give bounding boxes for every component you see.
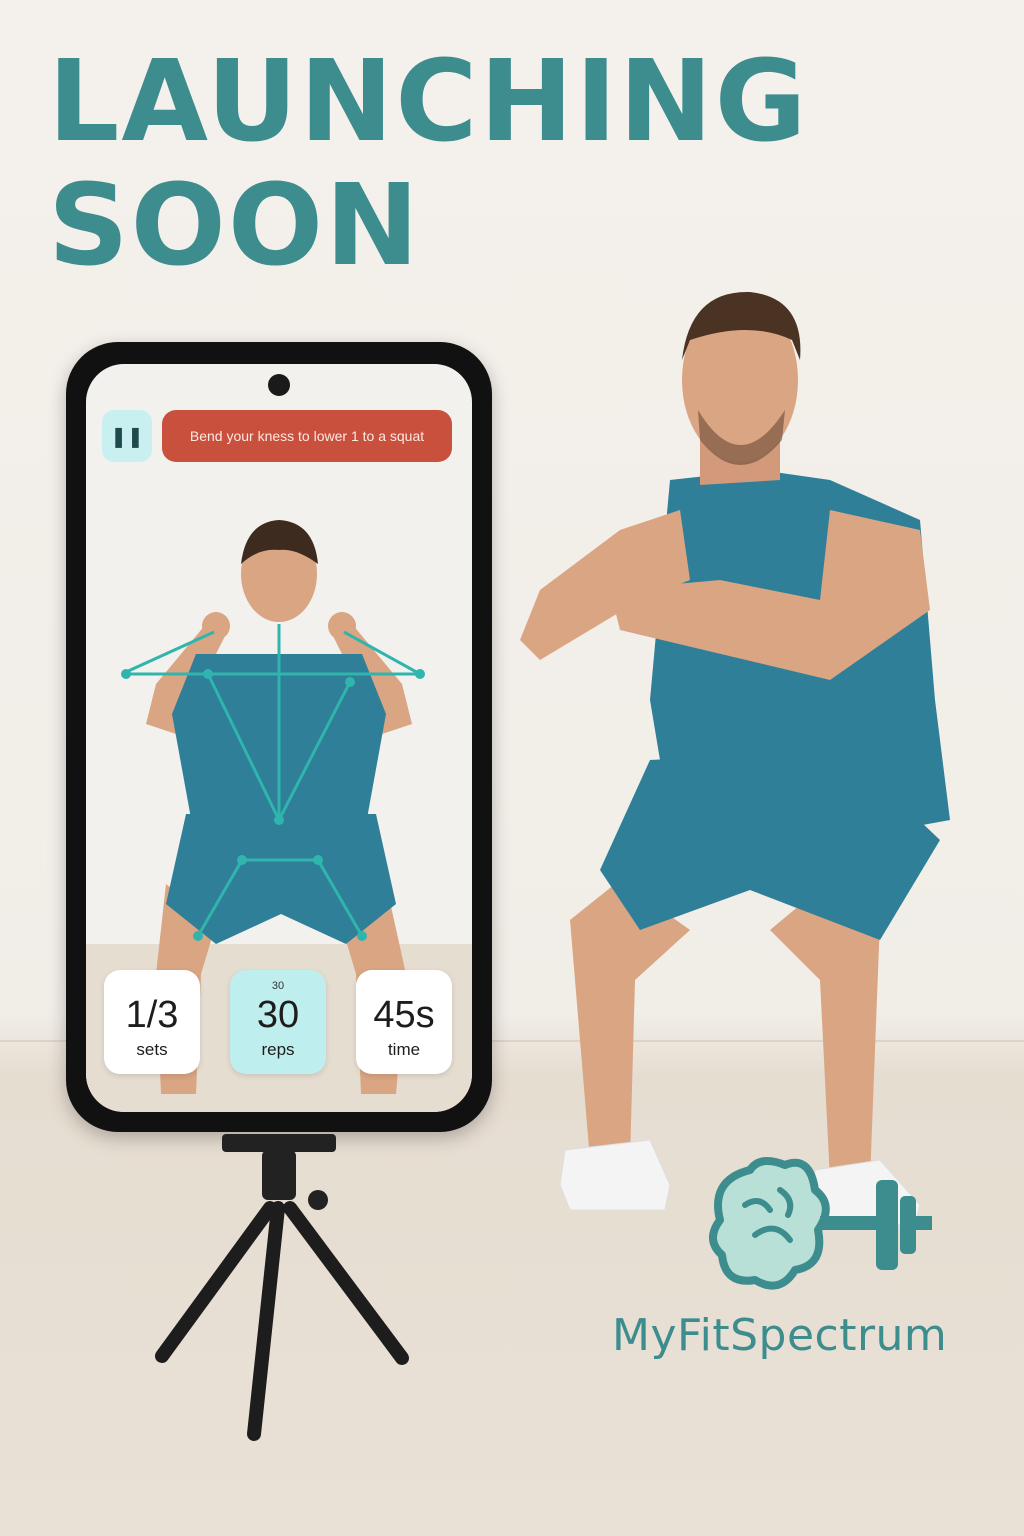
- headline: LAUNCHING SOON: [48, 40, 809, 288]
- stat-card-sets: 1/3 sets: [104, 970, 200, 1074]
- time-value: 45s: [373, 994, 435, 1036]
- reps-target: 30: [271, 980, 285, 992]
- athlete-illustration: [520, 291, 950, 1226]
- time-label: time: [387, 1040, 421, 1059]
- stat-card-time: 45s time: [356, 970, 452, 1074]
- brand-name: MyFitSpectrum: [612, 1310, 948, 1361]
- pause-icon: ❚❚: [110, 425, 144, 448]
- sets-label: sets: [136, 1040, 168, 1059]
- sets-value: 1/3: [125, 994, 179, 1036]
- reps-label: reps: [261, 1040, 295, 1059]
- form-instruction-banner: Bend your kness to lower 1 to a squat: [162, 410, 452, 462]
- reps-value: 30: [256, 994, 300, 1036]
- headline-line-2: SOON: [48, 161, 421, 291]
- brain-dumbbell-icon: [709, 1157, 932, 1290]
- stat-card-reps: 30 30 reps: [230, 970, 326, 1074]
- phone-screen: ❚❚ Bend your kness to lower 1 to a squat: [86, 364, 472, 1112]
- front-camera: [268, 374, 290, 396]
- smartphone: ❚❚ Bend your kness to lower 1 to a squat: [66, 342, 492, 1132]
- pause-button[interactable]: ❚❚: [102, 410, 152, 462]
- headline-line-1: LAUNCHING: [48, 37, 809, 167]
- tripod-icon: [155, 1134, 409, 1441]
